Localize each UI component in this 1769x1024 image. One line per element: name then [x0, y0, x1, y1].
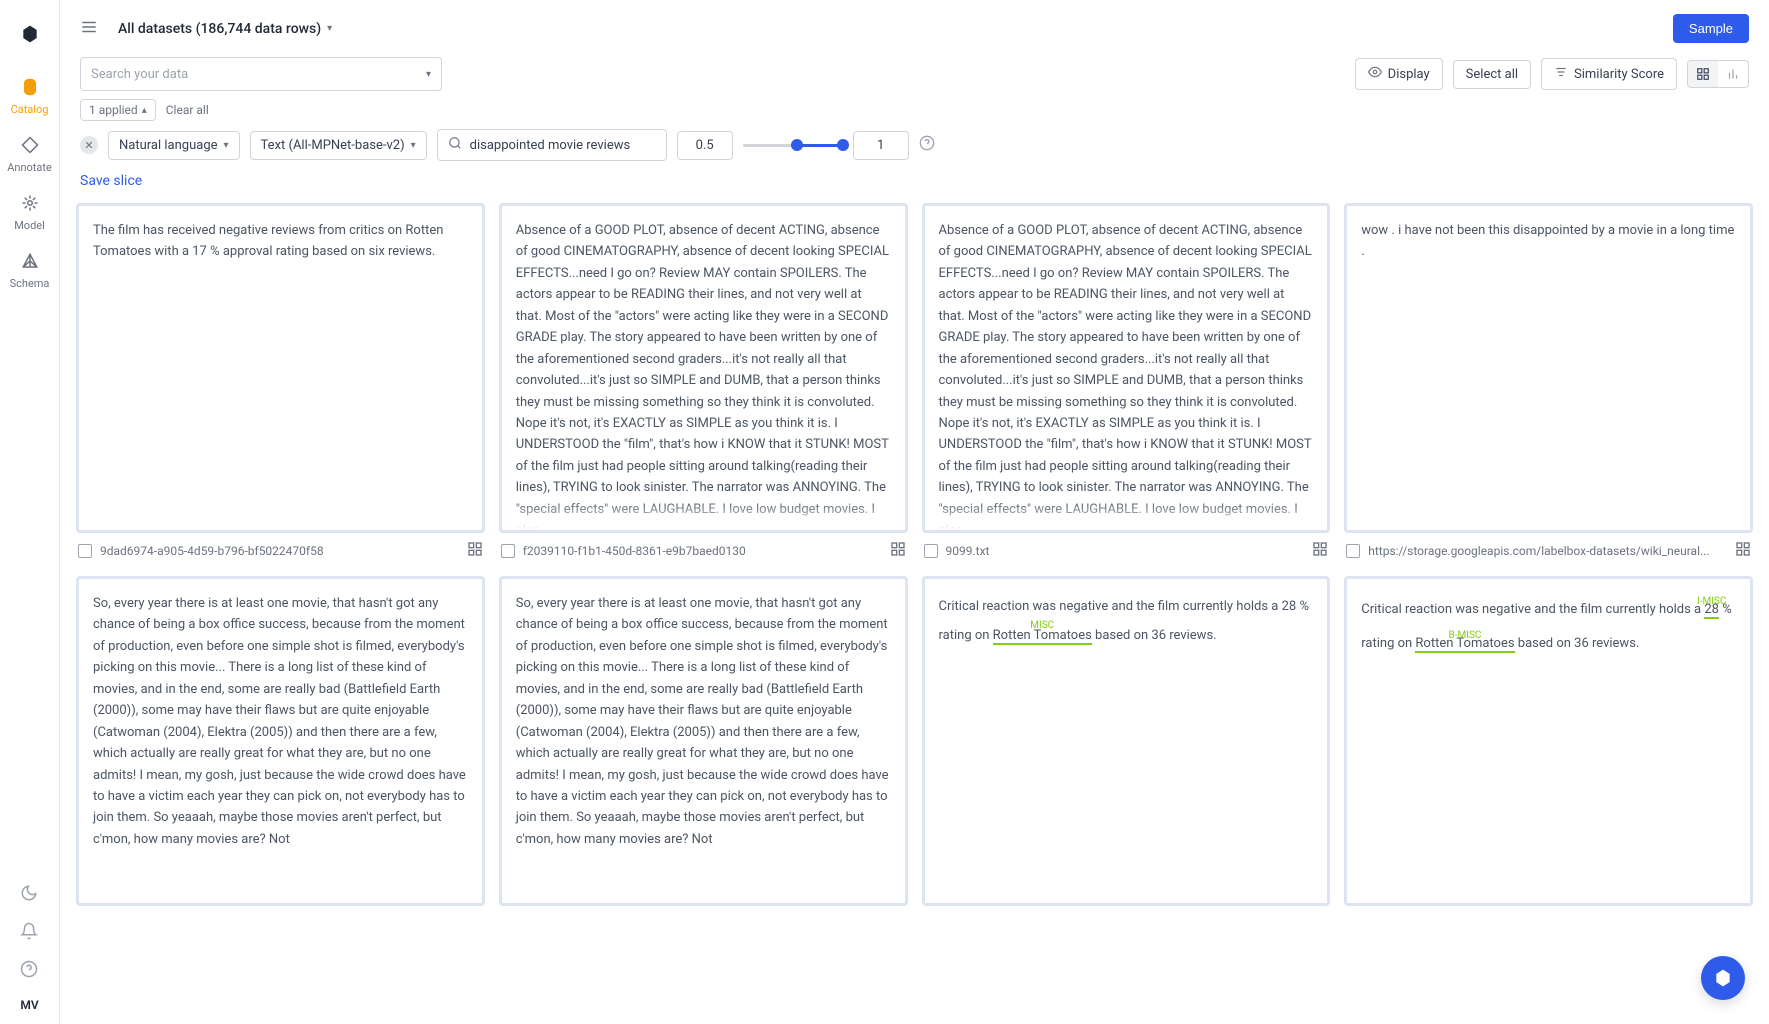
sidebar-item-annotate[interactable]: Annotate — [0, 126, 59, 184]
slider-thumb-max[interactable] — [837, 139, 849, 151]
query-type-select[interactable]: Natural language ▾ — [108, 131, 240, 160]
model-icon — [21, 194, 39, 215]
topbar: All datasets (186,744 data rows) ▾ Sampl… — [60, 0, 1769, 57]
select-all-button[interactable]: Select all — [1453, 60, 1531, 89]
chevron-down-icon: ▾ — [327, 23, 332, 34]
card-text: So, every year there is at least one mov… — [79, 579, 482, 903]
result-card[interactable]: So, every year there is at least one mov… — [499, 576, 908, 906]
card-id: https://storage.googleapis.com/labelbox-… — [1368, 544, 1727, 558]
card-text: So, every year there is at least one mov… — [502, 579, 905, 903]
result-card[interactable]: wow . i have not been this disappointed … — [1344, 203, 1753, 533]
sidebar-label: Model — [14, 219, 45, 232]
card-text: Critical reaction was negative and the f… — [1347, 579, 1750, 903]
result-card[interactable]: So, every year there is at least one mov… — [76, 576, 485, 906]
help-icon[interactable] — [20, 960, 38, 982]
applied-filters-tag[interactable]: 1 applied ▴ — [80, 99, 156, 121]
theme-toggle-icon[interactable] — [20, 884, 38, 906]
sidebar-label: Annotate — [7, 161, 52, 174]
entity-highlight: B-MISCRotten Tomatoes — [1415, 636, 1514, 651]
view-toggle — [1687, 60, 1749, 88]
card-text: wow . i have not been this disappointed … — [1347, 206, 1750, 530]
help-icon[interactable] — [919, 135, 935, 155]
grid-view-button[interactable] — [1688, 61, 1718, 87]
chart-view-button[interactable] — [1718, 61, 1748, 87]
card-checkbox[interactable] — [1346, 544, 1360, 558]
slider-thumb-min[interactable] — [791, 139, 803, 151]
card-text: Critical reaction was negative and the f… — [925, 579, 1328, 903]
card-menu-icon[interactable] — [1312, 541, 1328, 560]
card-text: The film has received negative reviews f… — [79, 206, 482, 530]
dismiss-filter-button[interactable]: ✕ — [80, 136, 98, 154]
result-card[interactable]: Absence of a GOOD PLOT, absence of decen… — [922, 203, 1331, 533]
result-card[interactable]: Critical reaction was negative and the f… — [1344, 576, 1753, 906]
search-input[interactable]: Search your data ▾ — [80, 57, 442, 91]
close-icon: ✕ — [84, 139, 93, 152]
eye-icon — [1368, 65, 1382, 83]
card-text: Absence of a GOOD PLOT, absence of decen… — [502, 206, 905, 530]
sort-icon — [1554, 65, 1568, 83]
card-text: Absence of a GOOD PLOT, absence of decen… — [925, 206, 1328, 530]
card-id: f2039110-f1b1-450d-8361-e9b7baed0130 — [523, 544, 882, 558]
sidebar-item-catalog[interactable]: Catalog — [0, 68, 59, 126]
chevron-down-icon: ▾ — [224, 140, 229, 151]
sidebar-label: Schema — [10, 277, 50, 290]
annotate-icon — [21, 136, 39, 157]
result-card[interactable]: Critical reaction was negative and the f… — [922, 576, 1331, 906]
result-card[interactable]: Absence of a GOOD PLOT, absence of decen… — [499, 203, 908, 533]
save-slice-link[interactable]: Save slice — [80, 173, 142, 189]
max-threshold-input[interactable]: 1 — [853, 131, 909, 160]
clear-all-link[interactable]: Clear all — [166, 103, 209, 117]
sidebar-item-model[interactable]: Model — [0, 184, 59, 242]
min-threshold-input[interactable]: 0.5 — [677, 131, 733, 160]
sidebar-label: Catalog — [11, 103, 49, 116]
results-grid: The film has received negative reviews f… — [76, 203, 1753, 906]
card-menu-icon[interactable] — [467, 541, 483, 560]
similarity-score-button[interactable]: Similarity Score — [1541, 58, 1677, 90]
card-id: 9099.txt — [946, 544, 1305, 558]
dataset-selector[interactable]: All datasets (186,744 data rows) ▾ — [118, 21, 332, 37]
dataset-label: All datasets (186,744 data rows) — [118, 21, 321, 37]
chevron-down-icon: ▾ — [411, 140, 416, 151]
card-menu-icon[interactable] — [890, 541, 906, 560]
card-menu-icon[interactable] — [1735, 541, 1751, 560]
search-icon — [448, 136, 462, 154]
fab-button[interactable] — [1701, 956, 1745, 1000]
sidebar-item-schema[interactable]: Schema — [0, 242, 59, 300]
schema-icon — [21, 252, 39, 273]
catalog-icon — [21, 78, 39, 99]
search-placeholder: Search your data — [91, 67, 426, 82]
threshold-slider[interactable] — [743, 135, 843, 155]
chevron-down-icon: ▾ — [426, 69, 431, 80]
result-card[interactable]: The film has received negative reviews f… — [76, 203, 485, 533]
sidebar: Catalog Annotate Model Schema MV — [0, 0, 60, 1024]
menu-icon[interactable] — [80, 18, 98, 40]
sample-button[interactable]: Sample — [1673, 14, 1749, 43]
entity-highlight: MISCRotten Tomatoes — [993, 628, 1092, 643]
chevron-up-icon: ▴ — [142, 105, 147, 116]
card-id: 9dad6974-a905-4d59-b796-bf5022470f58 — [100, 544, 459, 558]
display-button[interactable]: Display — [1355, 58, 1443, 90]
user-avatar[interactable]: MV — [20, 998, 38, 1012]
model-select[interactable]: Text (All-MPNet-base-v2) ▾ — [250, 131, 427, 160]
app-logo-icon — [20, 24, 40, 44]
card-checkbox[interactable] — [924, 544, 938, 558]
entity-highlight: I-MISC28 — [1704, 602, 1719, 617]
card-checkbox[interactable] — [501, 544, 515, 558]
query-input[interactable]: disappointed movie reviews — [437, 129, 667, 161]
notifications-icon[interactable] — [20, 922, 38, 944]
card-checkbox[interactable] — [78, 544, 92, 558]
